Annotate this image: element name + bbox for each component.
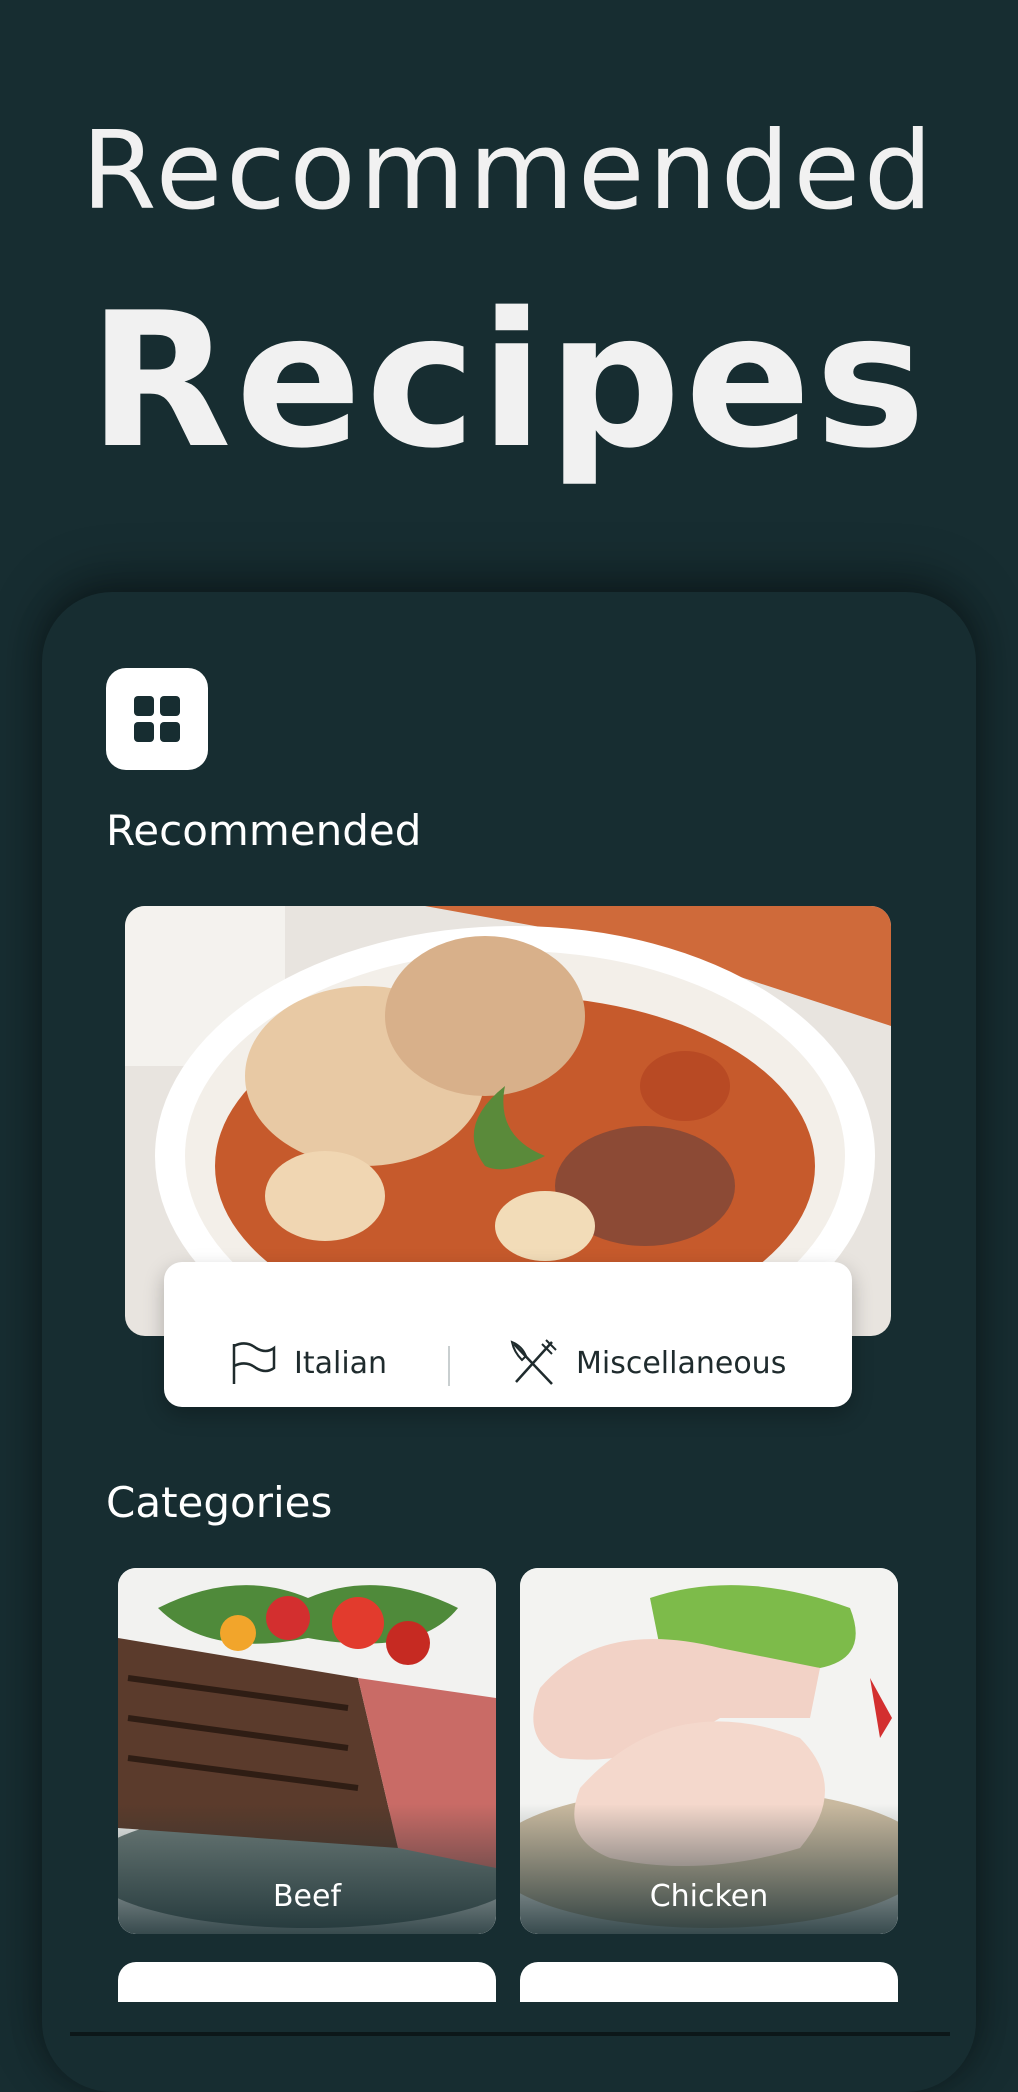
category-label: Miscellaneous: [576, 1345, 787, 1381]
cuisine-tag: Italian: [226, 1338, 387, 1388]
bottom-edge: [70, 2032, 950, 2036]
categories-heading: Categories: [106, 1478, 333, 1527]
app-screen: Recommended Italian Miscellaneous Catego…: [42, 592, 976, 2092]
recommended-recipe-info[interactable]: Italian Miscellaneous: [164, 1262, 852, 1407]
category-label-beef: Beef: [272, 1879, 342, 1914]
category-card-beef[interactable]: Beef: [118, 1568, 496, 1934]
fork-knife-icon: [510, 1339, 557, 1385]
category-tag: Miscellaneous: [508, 1338, 786, 1388]
flag-icon: [232, 1342, 276, 1384]
category-label-chicken: Chicken: [649, 1879, 769, 1914]
recommended-heading: Recommended: [106, 806, 422, 855]
info-divider: [448, 1346, 450, 1386]
cuisine-label: Italian: [294, 1345, 388, 1381]
card-gradient: [520, 1804, 898, 1934]
category-card-partial-left[interactable]: [118, 1962, 496, 2002]
hero-title-line2: Recipes: [88, 272, 930, 489]
menu-button[interactable]: [106, 668, 208, 770]
card-gradient: [118, 1804, 496, 1934]
category-card-chicken[interactable]: Chicken: [520, 1568, 898, 1934]
hero-title-line1: Recommended: [81, 109, 937, 234]
grid-icon: [134, 696, 180, 742]
category-card-partial-right[interactable]: [520, 1962, 898, 2002]
